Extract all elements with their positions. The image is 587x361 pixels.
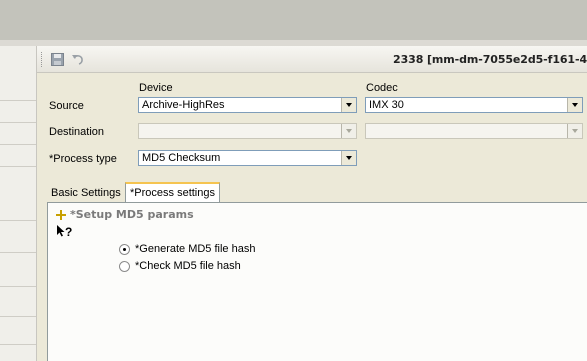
process-settings-panel: *Setup MD5 params ? *Generate MD5 file h… xyxy=(47,202,587,361)
record-title: 2338 [mm-dm-7055e2d5-f161-4 xyxy=(393,53,587,66)
window-titlebar-area xyxy=(0,0,587,40)
chevron-down-icon xyxy=(572,129,578,133)
dropdown-button xyxy=(567,124,582,138)
process-type-select[interactable]: MD5 Checksum xyxy=(138,150,357,166)
device-column-label: Device xyxy=(139,82,173,94)
tab-process-settings[interactable]: *Process settings xyxy=(125,182,220,203)
arrow-cursor-icon xyxy=(57,225,65,237)
help-cursor-icon[interactable]: ? xyxy=(57,225,72,239)
left-panel-divider xyxy=(0,344,36,345)
process-form: Device Codec Source Archive-HighRes IMX … xyxy=(37,73,587,361)
section-title: *Setup MD5 params xyxy=(70,208,194,221)
dropdown-button xyxy=(341,124,356,138)
left-panel-divider xyxy=(0,166,36,167)
check-md5-option[interactable]: *Check MD5 file hash xyxy=(119,260,241,272)
chevron-down-icon xyxy=(572,103,578,107)
dropdown-button[interactable] xyxy=(567,98,582,112)
left-panel-divider xyxy=(0,220,36,221)
left-panel-divider xyxy=(0,122,36,123)
source-codec-value: IMX 30 xyxy=(369,99,404,111)
process-type-value: MD5 Checksum xyxy=(142,152,221,164)
source-label: Source xyxy=(49,100,84,112)
process-type-label: *Process type xyxy=(49,153,117,165)
expand-plus-icon[interactable] xyxy=(56,210,66,220)
source-device-select[interactable]: Archive-HighRes xyxy=(138,97,357,113)
destination-label: Destination xyxy=(49,126,105,138)
left-panel-divider xyxy=(0,252,36,253)
left-panel-divider xyxy=(0,144,36,145)
check-md5-label[interactable]: *Check MD5 file hash xyxy=(135,260,241,272)
destination-codec-select xyxy=(365,123,583,139)
left-panel-divider xyxy=(0,100,36,101)
generate-md5-option[interactable]: *Generate MD5 file hash xyxy=(119,243,255,255)
save-button[interactable] xyxy=(49,51,65,67)
undo-icon xyxy=(71,54,83,65)
chevron-down-icon xyxy=(346,129,352,133)
save-icon xyxy=(50,52,64,66)
chevron-down-icon xyxy=(346,156,352,160)
dropdown-button[interactable] xyxy=(341,98,356,112)
dropdown-button[interactable] xyxy=(341,151,356,165)
source-device-value: Archive-HighRes xyxy=(142,99,225,111)
radio-button[interactable] xyxy=(119,243,130,255)
left-panel-divider xyxy=(0,286,36,287)
left-panel-divider xyxy=(0,316,36,317)
left-panel xyxy=(0,46,37,361)
codec-column-label: Codec xyxy=(366,82,398,94)
undo-button[interactable] xyxy=(69,51,85,67)
destination-device-select xyxy=(138,123,357,139)
source-codec-select[interactable]: IMX 30 xyxy=(365,97,583,113)
help-question-mark: ? xyxy=(65,225,73,239)
generate-md5-label[interactable]: *Generate MD5 file hash xyxy=(135,243,255,255)
toolbar: 2338 [mm-dm-7055e2d5-f161-4 xyxy=(37,46,587,73)
chevron-down-icon xyxy=(346,103,352,107)
radio-button[interactable] xyxy=(119,260,130,272)
tab-basic-settings[interactable]: Basic Settings xyxy=(47,184,125,202)
toolbar-grip[interactable] xyxy=(41,52,44,67)
